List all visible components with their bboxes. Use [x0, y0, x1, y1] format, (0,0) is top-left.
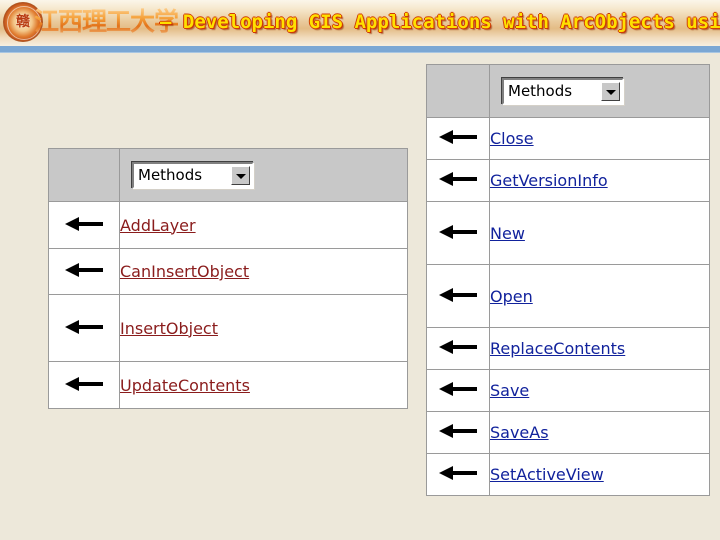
chevron-down-icon[interactable] [601, 81, 620, 101]
left-arrow-icon [48, 361, 120, 409]
table-row[interactable]: UpdateContents [48, 361, 408, 409]
table-row[interactable]: Close [426, 117, 710, 160]
left-arrow-icon [48, 294, 120, 362]
table-row[interactable]: CanInsertObject [48, 248, 408, 295]
left-arrow-icon [426, 201, 490, 265]
left-arrow-icon [426, 327, 490, 370]
slide-header-banner: 赣 江西理工大学 – Developing GIS Applications w… [0, 0, 720, 46]
method-link[interactable]: New [490, 224, 525, 243]
method-name-cell: Close [489, 117, 710, 160]
table-row[interactable]: SetActiveView [426, 453, 710, 496]
header-spacer-cell [426, 64, 490, 118]
chevron-down-icon[interactable] [231, 165, 250, 185]
table-row[interactable]: Open [426, 264, 710, 328]
left-arrow-icon [426, 159, 490, 202]
method-link[interactable]: SetActiveView [490, 465, 604, 484]
methods-dropdown[interactable]: Methods [502, 77, 624, 105]
left-arrow-icon [48, 201, 120, 249]
method-name-cell: UpdateContents [119, 361, 408, 409]
table-row[interactable]: InsertObject [48, 294, 408, 362]
left-arrow-icon [426, 117, 490, 160]
method-name-cell: AddLayer [119, 201, 408, 249]
method-name-cell: InsertObject [119, 294, 408, 362]
methods-dropdown[interactable]: Methods [132, 161, 254, 189]
method-name-cell: SaveAs [489, 411, 710, 454]
right-methods-table: Methods Close GetVersionInfo New Open Re… [426, 64, 710, 496]
method-link[interactable]: GetVersionInfo [490, 171, 608, 190]
method-name-cell: New [489, 201, 710, 265]
methods-dropdown-value: Methods [508, 81, 573, 100]
table-row[interactable]: Save [426, 369, 710, 412]
header-divider-rule [0, 46, 720, 52]
left-methods-table: Methods AddLayer CanInsertObject InsertO… [48, 148, 408, 409]
methods-dropdown-cell: Methods [119, 148, 408, 202]
table-row[interactable]: AddLayer [48, 201, 408, 249]
table-row[interactable]: GetVersionInfo [426, 159, 710, 202]
method-link[interactable]: SaveAs [490, 423, 549, 442]
header-spacer-cell [48, 148, 120, 202]
table-row[interactable]: SaveAs [426, 411, 710, 454]
method-link[interactable]: CanInsertObject [120, 262, 249, 281]
left-arrow-icon [426, 453, 490, 496]
methods-dropdown-cell: Methods [489, 64, 710, 118]
method-name-cell: ReplaceContents [489, 327, 710, 370]
table-header-row: Methods [48, 148, 408, 202]
method-name-cell: GetVersionInfo [489, 159, 710, 202]
method-name-cell: CanInsertObject [119, 248, 408, 295]
method-link[interactable]: Open [490, 287, 533, 306]
method-link[interactable]: AddLayer [120, 216, 196, 235]
method-name-cell: Save [489, 369, 710, 412]
method-link[interactable]: Close [490, 129, 534, 148]
method-link[interactable]: InsertObject [120, 319, 218, 338]
university-name-cn: 江西理工大学 [34, 5, 179, 39]
course-title: – Developing GIS Applications with ArcOb… [160, 11, 720, 33]
method-name-cell: Open [489, 264, 710, 328]
left-arrow-icon [426, 264, 490, 328]
method-link[interactable]: ReplaceContents [490, 339, 625, 358]
table-row[interactable]: New [426, 201, 710, 265]
table-row[interactable]: ReplaceContents [426, 327, 710, 370]
table-header-row: Methods [426, 64, 710, 118]
left-arrow-icon [48, 248, 120, 295]
left-arrow-icon [426, 411, 490, 454]
method-name-cell: SetActiveView [489, 453, 710, 496]
methods-dropdown-value: Methods [138, 165, 203, 184]
left-arrow-icon [426, 369, 490, 412]
method-link[interactable]: UpdateContents [120, 376, 250, 395]
method-link[interactable]: Save [490, 381, 529, 400]
